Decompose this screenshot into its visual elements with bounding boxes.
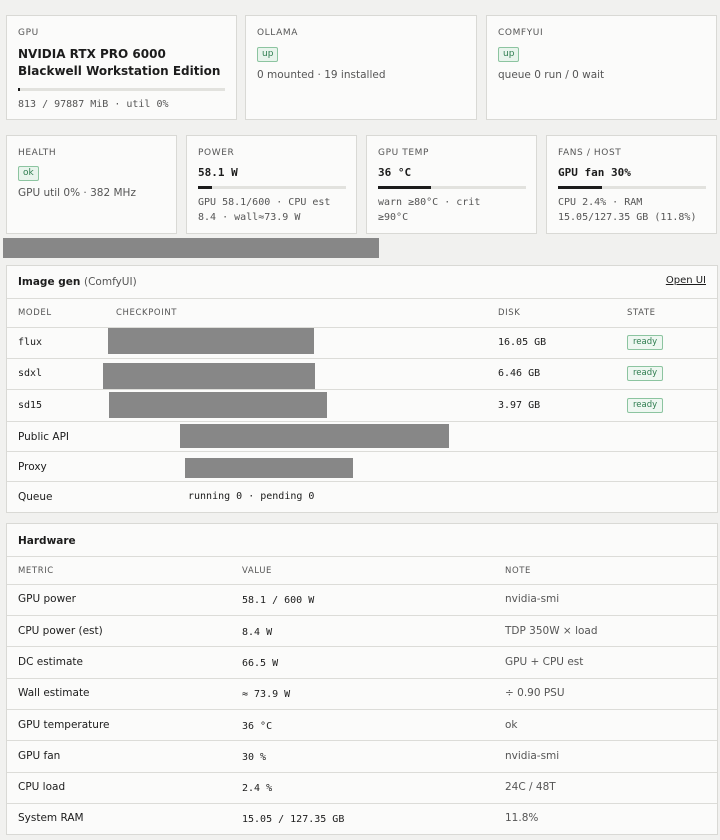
queue-label: Queue: [18, 491, 53, 503]
metric-note: 11.8%: [505, 812, 539, 824]
gpu-temp-card-label: GPU TEMP: [378, 148, 430, 158]
metric-name: GPU power: [18, 593, 76, 605]
public-api-label: Public API: [18, 431, 70, 443]
health-card-label: HEALTH: [18, 148, 57, 158]
gpu-card: GPU NVIDIA RTX PRO 6000 Blackwell Workst…: [6, 15, 237, 120]
comfyui-queue-text: queue 0 run / 0 wait: [498, 69, 605, 81]
gpu-memory-bar: [18, 88, 225, 91]
health-util-text: GPU util 0% · 382 MHz: [18, 187, 136, 199]
redacted-public-api: [180, 424, 449, 448]
ollama-card-label: OLLAMA: [257, 28, 298, 38]
power-card-label: POWER: [198, 148, 235, 158]
metric-value: ≈ 73.9 W: [242, 689, 291, 700]
gpu-memory-text: 813 / 97887 MiB · util 0%: [18, 99, 169, 110]
col-header-disk: DISK: [498, 308, 521, 318]
model-state-badge: ready: [627, 366, 664, 381]
fans-host-card-label: FANS / HOST: [558, 148, 622, 158]
col-header-note: NOTE: [505, 566, 532, 576]
metric-note: 24C / 48T: [505, 781, 556, 793]
metric-value: 58.1 / 600 W: [242, 595, 315, 606]
power-card: POWER 58.1 W GPU 58.1/600 · CPU est 8.4 …: [186, 135, 357, 234]
gpu-temp-bar: [378, 186, 526, 189]
model-disk: 16.05 GB: [498, 337, 547, 348]
model-name: flux: [18, 337, 43, 348]
metric-value: 8.4 W: [242, 627, 273, 638]
gpu-temp-card: GPU TEMP 36 °C warn ≥80°C · crit ≥90°C: [366, 135, 537, 234]
proxy-label: Proxy: [18, 461, 47, 473]
open-ui-link[interactable]: Open UI: [666, 275, 706, 286]
hardware-title: Hardware: [18, 535, 76, 547]
ollama-status-badge: up: [257, 47, 279, 62]
image-gen-title: Image gen (ComfyUI): [18, 276, 137, 288]
metric-note: TDP 350W × load: [505, 625, 598, 637]
metric-name: CPU load: [18, 781, 66, 793]
col-header-metric: METRIC: [18, 566, 54, 576]
gpu-fan-value: GPU fan 30%: [558, 166, 631, 179]
ollama-models-text: 0 mounted · 19 installed: [257, 69, 386, 81]
col-header-state: STATE: [627, 308, 656, 318]
col-header-value: VALUE: [242, 566, 272, 576]
image-gen-title-text: Image gen: [18, 276, 81, 288]
image-gen-panel: Image gen (ComfyUI) Open UI MODEL CHECKP…: [6, 265, 718, 513]
host-detail-line-2: 15.05/127.35 GB (11.8%): [558, 212, 697, 223]
gpu-fan-bar: [558, 186, 706, 189]
comfyui-card: COMFYUI up queue 0 run / 0 wait: [486, 15, 717, 120]
col-header-model: MODEL: [18, 308, 52, 318]
redacted-proxy: [185, 458, 353, 478]
ollama-card: OLLAMA up 0 mounted · 19 installed: [245, 15, 477, 120]
metric-name: GPU fan: [18, 750, 61, 762]
model-disk: 6.46 GB: [498, 368, 541, 379]
gpu-temp-threshold-line-2: ≥90°C: [378, 212, 409, 223]
metric-name: System RAM: [18, 812, 84, 824]
power-bar: [198, 186, 346, 189]
metric-note: GPU + CPU est: [505, 656, 584, 668]
comfyui-status-badge: up: [498, 47, 520, 62]
metric-note: nvidia-smi: [505, 593, 560, 605]
metric-value: 15.05 / 127.35 GB: [242, 814, 345, 825]
gpu-card-label: GPU: [18, 28, 39, 38]
image-gen-subtitle: (ComfyUI): [84, 276, 137, 288]
fans-host-card: FANS / HOST GPU fan 30% CPU 2.4% · RAM 1…: [546, 135, 717, 234]
redacted-checkpoint: [103, 363, 315, 389]
redacted-banner: [3, 238, 379, 258]
model-name: sd15: [18, 400, 43, 411]
metric-name: GPU temperature: [18, 719, 110, 731]
col-header-checkpoint: CHECKPOINT: [116, 308, 178, 318]
model-state-badge: ready: [627, 335, 664, 350]
model-state-badge: ready: [627, 398, 664, 413]
queue-value: running 0 · pending 0: [188, 491, 315, 502]
health-card: HEALTH ok GPU util 0% · 382 MHz: [6, 135, 177, 234]
metric-value: 66.5 W: [242, 658, 279, 669]
metric-note: ÷ 0.90 PSU: [505, 687, 565, 699]
metric-name: DC estimate: [18, 656, 83, 668]
model-disk: 3.97 GB: [498, 400, 541, 411]
metric-note: ok: [505, 719, 518, 731]
gpu-temp-threshold-line-1: warn ≥80°C · crit: [378, 197, 481, 208]
metric-note: nvidia-smi: [505, 750, 560, 762]
redacted-checkpoint: [108, 328, 314, 354]
redacted-checkpoint: [109, 392, 327, 418]
gpu-name: NVIDIA RTX PRO 6000 Blackwell Workstatio…: [18, 47, 221, 78]
health-status-badge: ok: [18, 166, 39, 181]
host-detail-line-1: CPU 2.4% · RAM: [558, 197, 643, 208]
power-detail-line-2: 8.4 · wall≈73.9 W: [198, 212, 301, 223]
power-value: 58.1 W: [198, 166, 238, 179]
hardware-panel: Hardware METRIC VALUE NOTE GPU power 58.…: [6, 523, 718, 835]
metric-value: 30 %: [242, 752, 267, 763]
metric-name: CPU power (est): [18, 625, 103, 637]
model-name: sdxl: [18, 368, 43, 379]
power-detail-line-1: GPU 58.1/600 · CPU est: [198, 197, 331, 208]
metric-value: 2.4 %: [242, 783, 273, 794]
comfyui-card-label: COMFYUI: [498, 28, 544, 38]
metric-value: 36 °C: [242, 721, 273, 732]
metric-name: Wall estimate: [18, 687, 90, 699]
gpu-temp-value: 36 °C: [378, 166, 412, 179]
